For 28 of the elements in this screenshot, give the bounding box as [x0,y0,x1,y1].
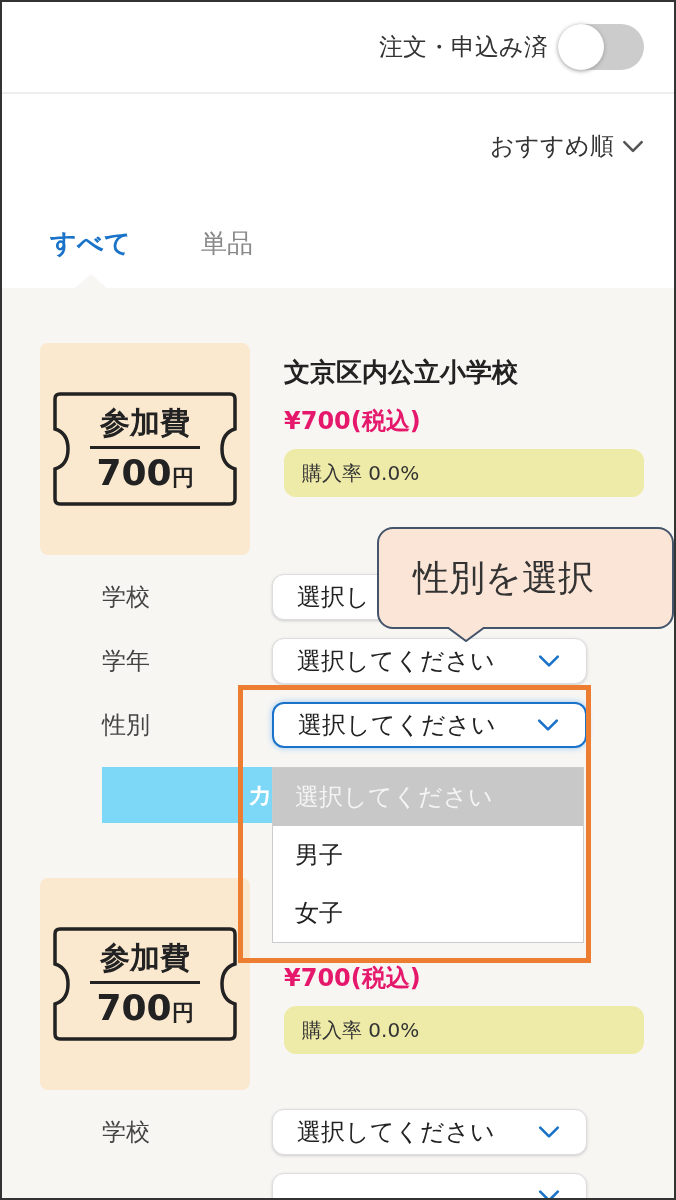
dropdown-option[interactable]: 男子 [273,826,583,884]
tab[interactable]: 単品 [201,194,253,288]
dropdown-option[interactable]: 女子 [273,884,583,942]
field-label: 学校 [102,583,150,611]
chevron-down-icon [538,1125,560,1139]
ticket-title: 参加費 [90,942,200,984]
select-field[interactable]: 選択してください [272,1109,587,1155]
ticket-amount: 700円 [96,450,194,491]
chevron-down-icon [537,718,559,732]
sort-dropdown[interactable]: おすすめ順 [490,124,644,164]
ticket-amount: 700円 [96,985,194,1026]
field-label: 学年 [102,647,150,675]
product-name: 文京区内公立小学校 [284,356,519,389]
purchase-rate-badge: 購入率 0.0% [284,449,644,497]
field-label: 学校 [102,1118,150,1146]
field-label: 性別 [102,711,150,739]
ticket-title: 参加費 [90,407,200,449]
purchase-rate-badge: 購入率 0.0% [284,1006,644,1054]
callout-tooltip: 性別を選択 [377,527,674,629]
toggle-switch[interactable] [558,24,644,70]
callout-tail [446,627,486,642]
toggle-label: 注文・申込み済 [379,32,548,63]
select-field[interactable]: 選択してください [272,702,587,748]
chevron-down-icon [622,139,644,153]
select-field[interactable]: 選択してください [272,638,587,684]
price: ¥700(税込) [284,963,422,994]
price: ¥700(税込) [284,406,422,437]
chevron-down-icon [538,654,560,668]
